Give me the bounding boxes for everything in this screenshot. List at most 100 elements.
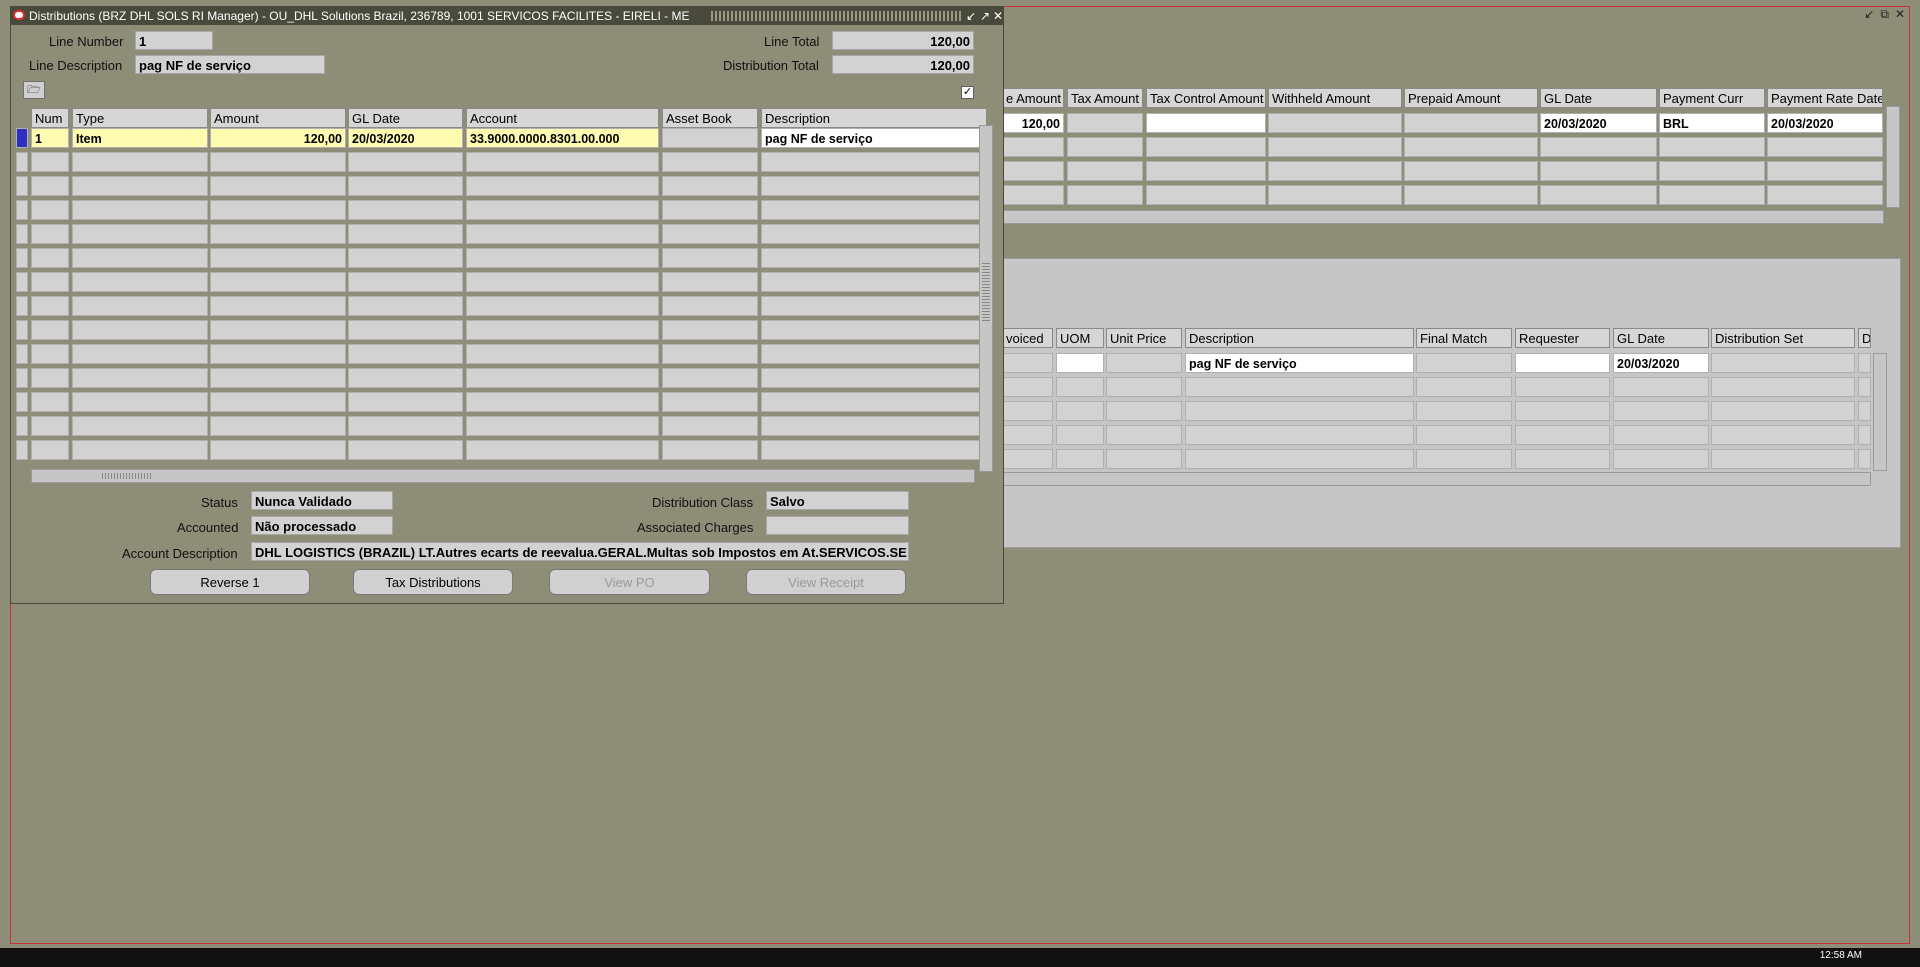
bg-top-cell[interactable]: [1146, 137, 1266, 157]
bg-bottom-hscroll[interactable]: [1002, 472, 1871, 486]
row-indicator[interactable]: [16, 128, 28, 148]
bg-bottom-cell[interactable]: [1711, 425, 1855, 445]
empty-cell[interactable]: [662, 272, 758, 292]
empty-cell[interactable]: [466, 200, 659, 220]
bg-bottom-cell[interactable]: [1056, 425, 1104, 445]
bg-top-vscroll[interactable]: [1886, 106, 1900, 208]
horizontal-scrollbar[interactable]: [31, 469, 975, 483]
empty-cell[interactable]: [210, 392, 346, 412]
empty-cell[interactable]: [348, 416, 463, 436]
row-indicator[interactable]: [16, 296, 28, 316]
scroll-thumb[interactable]: [982, 261, 990, 321]
empty-cell[interactable]: [72, 368, 208, 388]
empty-cell[interactable]: [348, 152, 463, 172]
empty-cell[interactable]: [210, 200, 346, 220]
cell-account[interactable]: 33.9000.0000.8301.00.000: [466, 128, 659, 148]
cell-description[interactable]: pag NF de serviço: [761, 128, 987, 148]
empty-cell[interactable]: [761, 368, 987, 388]
empty-cell[interactable]: [31, 320, 69, 340]
bg-bottom-cell[interactable]: [1515, 353, 1610, 373]
bg-bottom-cell[interactable]: [1416, 377, 1512, 397]
empty-cell[interactable]: [31, 200, 69, 220]
bg-bottom-cell[interactable]: [1185, 425, 1414, 445]
row-indicator[interactable]: [16, 392, 28, 412]
bg-top-cell[interactable]: [1067, 161, 1143, 181]
bg-bottom-cell[interactable]: [1056, 449, 1104, 469]
empty-cell[interactable]: [348, 248, 463, 268]
bg-bottom-cell[interactable]: [1002, 377, 1053, 397]
bg-bottom-cell[interactable]: [1515, 377, 1610, 397]
empty-cell[interactable]: [72, 344, 208, 364]
cell-asset-book[interactable]: [662, 128, 758, 148]
row-indicator[interactable]: [16, 320, 28, 340]
bg-top-hscroll[interactable]: [1002, 210, 1884, 224]
empty-cell[interactable]: [348, 392, 463, 412]
empty-cell[interactable]: [72, 320, 208, 340]
empty-cell[interactable]: [31, 248, 69, 268]
bg-bottom-cell[interactable]: [1106, 353, 1182, 373]
bg-top-cell[interactable]: [1540, 185, 1657, 205]
bg-top-cell[interactable]: 120,00: [1002, 113, 1064, 133]
empty-cell[interactable]: [210, 248, 346, 268]
bg-bottom-cell[interactable]: [1416, 353, 1512, 373]
bg-bottom-cell[interactable]: [1002, 353, 1053, 373]
bg-top-cell[interactable]: [1404, 137, 1538, 157]
empty-cell[interactable]: [31, 176, 69, 196]
bg-top-cell[interactable]: [1404, 185, 1538, 205]
cell-type[interactable]: Item: [72, 128, 208, 148]
bg-top-cell[interactable]: [1268, 137, 1402, 157]
row-indicator[interactable]: [16, 272, 28, 292]
empty-cell[interactable]: [348, 368, 463, 388]
empty-cell[interactable]: [72, 248, 208, 268]
associated-charges-field[interactable]: [766, 516, 909, 535]
bg-bottom-cell[interactable]: [1613, 425, 1709, 445]
empty-cell[interactable]: [662, 248, 758, 268]
bg-bottom-cell[interactable]: [1416, 401, 1512, 421]
empty-cell[interactable]: [210, 224, 346, 244]
vertical-scrollbar[interactable]: [979, 125, 993, 472]
empty-cell[interactable]: [466, 248, 659, 268]
empty-cell[interactable]: [761, 416, 987, 436]
account-description-field[interactable]: DHL LOGISTICS (BRAZIL) LT.Autres ecarts …: [251, 542, 909, 561]
bg-top-cell[interactable]: [1268, 161, 1402, 181]
bg-bottom-cell[interactable]: [1858, 353, 1871, 373]
empty-cell[interactable]: [662, 296, 758, 316]
line-description-field[interactable]: pag NF de serviço: [135, 55, 325, 74]
row-indicator[interactable]: [16, 368, 28, 388]
empty-cell[interactable]: [72, 440, 208, 460]
empty-cell[interactable]: [210, 416, 346, 436]
maximize-icon[interactable]: ↗: [980, 7, 990, 25]
empty-cell[interactable]: [72, 272, 208, 292]
bg-bottom-cell[interactable]: [1002, 401, 1053, 421]
distribution-total-field[interactable]: 120,00: [832, 55, 974, 74]
empty-cell[interactable]: [348, 344, 463, 364]
cell-num[interactable]: 1: [31, 128, 69, 148]
row-indicator[interactable]: [16, 152, 28, 172]
bg-bottom-cell[interactable]: [1185, 401, 1414, 421]
empty-cell[interactable]: [761, 176, 987, 196]
empty-cell[interactable]: [662, 224, 758, 244]
bg-top-cell[interactable]: BRL: [1659, 113, 1765, 133]
bg-bottom-cell[interactable]: [1106, 425, 1182, 445]
reverse-button[interactable]: Reverse 1: [150, 569, 310, 595]
empty-cell[interactable]: [662, 440, 758, 460]
empty-cell[interactable]: [31, 440, 69, 460]
bg-bottom-cell[interactable]: [1515, 401, 1610, 421]
empty-cell[interactable]: [348, 176, 463, 196]
bg-top-cell[interactable]: [1067, 113, 1143, 133]
line-number-field[interactable]: 1: [135, 31, 213, 50]
bg-bottom-cell[interactable]: [1106, 377, 1182, 397]
empty-cell[interactable]: [348, 272, 463, 292]
bg-bottom-cell[interactable]: [1056, 377, 1104, 397]
bg-top-cell[interactable]: [1767, 137, 1883, 157]
bg-top-cell[interactable]: [1404, 161, 1538, 181]
bg-bottom-cell[interactable]: [1613, 377, 1709, 397]
empty-cell[interactable]: [761, 152, 987, 172]
empty-cell[interactable]: [210, 344, 346, 364]
bg-top-cell[interactable]: [1659, 161, 1765, 181]
empty-cell[interactable]: [31, 344, 69, 364]
cell-gl-date[interactable]: 20/03/2020: [348, 128, 463, 148]
line-total-field[interactable]: 120,00: [832, 31, 974, 50]
select-all-checkbox[interactable]: ✓: [961, 86, 974, 99]
empty-cell[interactable]: [466, 152, 659, 172]
